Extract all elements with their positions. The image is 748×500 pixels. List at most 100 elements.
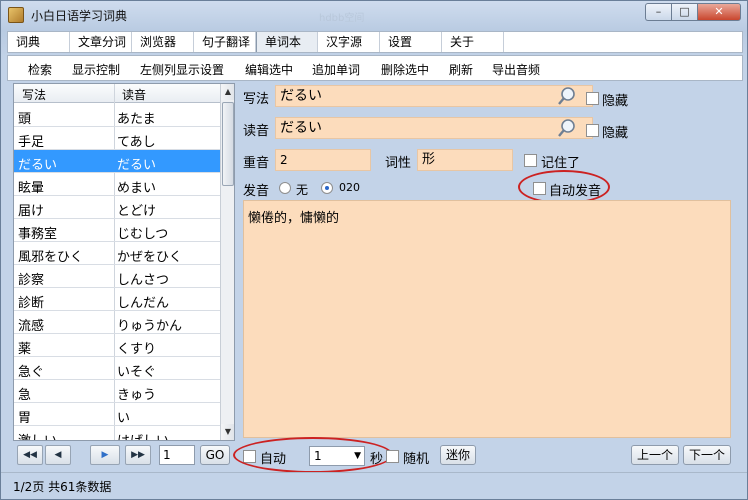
cell-reading: きゅう	[117, 388, 157, 403]
pronunciation-label: 发音	[243, 184, 270, 199]
table-row[interactable]: 事務室 じむしつ	[14, 219, 220, 242]
part-of-speech-label: 词性	[385, 156, 412, 171]
highlight-oval	[518, 170, 610, 204]
table-row[interactable]: だるい だるい	[14, 150, 220, 173]
go-button[interactable]: GO	[200, 445, 230, 465]
table-row[interactable]: 急ぐ いそぐ	[14, 357, 220, 380]
first-page-icon[interactable]: ◀◀	[17, 445, 43, 465]
table-row[interactable]: 風邪をひく かぜをひく	[14, 242, 220, 265]
table-row[interactable]: 激しいはげしい	[14, 426, 220, 440]
table-row[interactable]: 眩暈 めまい	[14, 173, 220, 196]
search-icon[interactable]	[557, 118, 577, 138]
app-logo-icon	[8, 7, 24, 23]
app-window: 小白日语学习词典 hdbb空间 – □ ✕ 词典 文章分词 浏览器 句子翻译 单…	[0, 0, 748, 500]
word-detail-panel: 写法 だるい 隐藏 读音 だるい 隐藏 重音 2 词性 形 记住了 发音 无 0…	[237, 83, 737, 441]
export-audio-button[interactable]: 导出音频	[492, 61, 540, 78]
prev-page-icon[interactable]: ◀	[45, 445, 71, 465]
cell-writing: 届け	[18, 204, 45, 219]
cell-reading: あたま	[117, 112, 156, 127]
cell-writing: 診察	[18, 273, 45, 288]
previous-word-button[interactable]: 上一个	[631, 445, 679, 465]
accent-label: 重音	[243, 156, 270, 171]
random-checkbox[interactable]	[386, 450, 399, 463]
meaning-textarea[interactable]: 懒倦的，慵懒的	[243, 200, 731, 438]
pronunciation-none-radio[interactable]	[279, 182, 291, 194]
cell-reading: しんさつ	[117, 273, 170, 288]
cell-reading: りゅうかん	[117, 319, 183, 334]
maximize-icon[interactable]: □	[671, 3, 697, 21]
page-number-input[interactable]: 1	[159, 445, 195, 465]
menu-browser[interactable]: 浏览器	[132, 32, 194, 52]
status-text: 1/2页 共61条数据	[13, 480, 112, 494]
scrollbar-thumb[interactable]	[222, 102, 234, 186]
add-word-button[interactable]: 追加单词	[312, 61, 360, 78]
wordbook-toolbar: 检索 显示控制 左侧列显示设置 编辑选中 追加单词 删除选中 刷新 导出音频	[7, 55, 743, 81]
reading-field[interactable]: だるい	[275, 117, 593, 139]
table-row[interactable]: 手足 てあし	[14, 127, 220, 150]
pronunciation-020-radio[interactable]	[321, 182, 333, 194]
cell-writing: 手足	[18, 135, 45, 150]
hide-writing-label: 隐藏	[602, 94, 629, 109]
left-column-settings-button[interactable]: 左侧列显示设置	[140, 61, 224, 78]
table-row[interactable]: 胃い	[14, 403, 220, 426]
cell-writing: 薬	[18, 342, 32, 357]
scroll-up-icon[interactable]: ▲	[221, 84, 234, 100]
cell-writing: 流感	[18, 319, 45, 334]
display-control-button[interactable]: 显示控制	[72, 61, 120, 78]
hide-writing-checkbox[interactable]	[586, 92, 599, 105]
minimize-icon[interactable]: –	[645, 3, 671, 21]
hide-reading-label: 隐藏	[602, 126, 629, 141]
background-window-title: hdbb空间	[319, 13, 365, 24]
remembered-checkbox[interactable]	[524, 154, 537, 167]
table-row[interactable]: 届け とどけ	[14, 196, 220, 219]
column-header-writing[interactable]: 写法	[22, 86, 46, 103]
table-row[interactable]: 流感 りゅうかん	[14, 311, 220, 334]
hide-reading-checkbox[interactable]	[586, 124, 599, 137]
cell-writing: 風邪をひく	[18, 250, 84, 265]
edit-selected-button[interactable]: 编辑选中	[245, 61, 293, 78]
cell-writing: 診断	[18, 296, 45, 311]
cell-reading: かぜをひく	[117, 250, 183, 265]
remembered-label: 记住了	[541, 156, 581, 171]
table-row[interactable]: 急 きゅう	[14, 380, 220, 403]
cell-reading: はげしい	[117, 430, 217, 440]
menu-segmentation[interactable]: 文章分词	[70, 32, 132, 52]
random-label: 随机	[403, 452, 430, 467]
menu-about[interactable]: 关于	[442, 32, 504, 52]
delete-selected-button[interactable]: 删除选中	[381, 61, 429, 78]
writing-field[interactable]: だるい	[275, 85, 593, 107]
cell-reading: とどけ	[117, 204, 157, 219]
menu-kanji-source[interactable]: 汉字源	[318, 32, 380, 52]
search-icon[interactable]	[557, 86, 577, 106]
close-icon[interactable]: ✕	[697, 3, 741, 21]
cell-reading: てあし	[117, 135, 156, 150]
menu-wordbook[interactable]: 单词本	[256, 32, 318, 52]
reading-label: 读音	[243, 124, 270, 139]
cell-writing: だるい	[18, 158, 58, 173]
mini-mode-button[interactable]: 迷你	[440, 445, 476, 465]
menu-settings[interactable]: 设置	[380, 32, 442, 52]
next-page-icon[interactable]: ▶	[90, 445, 120, 465]
menu-dictionary[interactable]: 词典	[8, 32, 70, 52]
table-row[interactable]: 薬 くすり	[14, 334, 220, 357]
writing-label: 写法	[243, 92, 270, 107]
scroll-down-icon[interactable]: ▼	[221, 424, 234, 440]
menu-translate[interactable]: 句子翻译	[194, 32, 256, 52]
table-row[interactable]: 診察 しんさつ	[14, 265, 220, 288]
accent-field[interactable]: 2	[275, 149, 371, 171]
cell-reading: い	[117, 411, 131, 426]
status-bar: 1/2页 共61条数据	[1, 472, 747, 499]
table-row[interactable]: 頭 あたま	[14, 104, 220, 127]
cell-writing: 頭	[18, 112, 32, 127]
search-button[interactable]: 检索	[28, 61, 52, 78]
table-row[interactable]: 診断 しんだん	[14, 288, 220, 311]
list-scrollbar[interactable]: ▲ ▼	[220, 84, 234, 440]
last-page-icon[interactable]: ▶▶	[125, 445, 151, 465]
refresh-button[interactable]: 刷新	[449, 61, 473, 78]
cell-writing: 胃	[18, 411, 32, 426]
window-title: 小白日语学习词典	[31, 9, 128, 23]
column-header-reading[interactable]: 读音	[122, 86, 146, 103]
title-bar: 小白日语学习词典 hdbb空间 – □ ✕	[1, 1, 747, 29]
next-word-button[interactable]: 下一个	[683, 445, 731, 465]
part-of-speech-field[interactable]: 形	[417, 149, 513, 171]
